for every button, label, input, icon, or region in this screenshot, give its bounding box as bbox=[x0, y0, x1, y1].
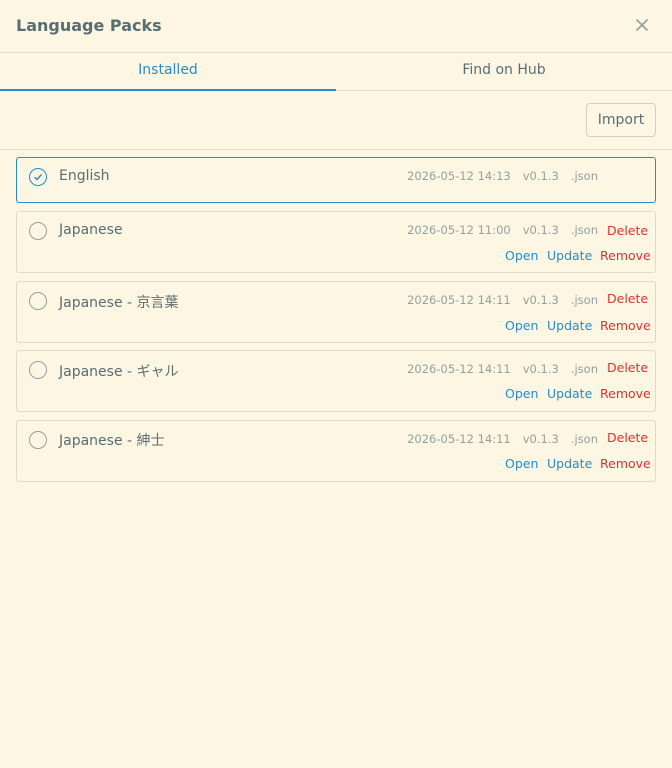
remove-link[interactable]: Remove bbox=[600, 248, 651, 263]
pack-name: Japanese bbox=[59, 222, 123, 238]
tab-installed[interactable]: Installed bbox=[0, 53, 336, 91]
pack-date: 2026-05-12 14:11 bbox=[407, 432, 511, 446]
pack-date: 2026-05-12 11:00 bbox=[407, 223, 511, 237]
radio[interactable] bbox=[29, 292, 47, 310]
toolbar: Import bbox=[0, 91, 672, 150]
update-link[interactable]: Update bbox=[547, 456, 592, 471]
pack-ext: .json bbox=[570, 169, 598, 183]
pack-meta: 2026-05-12 14:11 v0.1.3 .json bbox=[407, 362, 598, 376]
pack-meta: 2026-05-12 14:11 v0.1.3 .json bbox=[407, 293, 598, 307]
radio[interactable] bbox=[29, 222, 47, 240]
pack-meta: 2026-05-12 11:00 v0.1.3 .json bbox=[407, 223, 598, 237]
radio-selected[interactable] bbox=[29, 168, 47, 186]
pack-name: English bbox=[59, 168, 110, 184]
close-icon[interactable] bbox=[632, 15, 652, 35]
tab-bar: Installed Find on Hub bbox=[0, 53, 672, 91]
pack-name: Japanese - 紳士 bbox=[59, 433, 165, 449]
pack-ext: .json bbox=[570, 432, 598, 446]
dialog-header: Language Packs bbox=[0, 0, 672, 53]
pack-meta: 2026-05-12 14:13 v0.1.3 .json bbox=[407, 169, 598, 183]
open-link[interactable]: Open bbox=[505, 248, 538, 263]
pack-version: v0.1.3 bbox=[522, 223, 559, 237]
pack-version: v0.1.3 bbox=[522, 293, 559, 307]
pack-name: Japanese - 京言葉 bbox=[59, 295, 179, 311]
pack-item-japanese[interactable]: Japanese 2026-05-12 11:00 v0.1.3 .json Del… bbox=[16, 211, 656, 273]
pack-ext: .json bbox=[570, 293, 598, 307]
pack-version: v0.1.3 bbox=[522, 362, 559, 376]
pack-item-japanese-kyokotoba[interactable]: Japanese - 京言葉 2026-05-12 14:11 v0.1.3 .js… bbox=[16, 281, 656, 343]
import-button[interactable]: Import bbox=[586, 103, 656, 137]
pack-version: v0.1.3 bbox=[522, 169, 559, 183]
pack-date: 2026-05-12 14:11 bbox=[407, 293, 511, 307]
remove-link[interactable]: Remove bbox=[600, 386, 651, 401]
remove-link[interactable]: Remove bbox=[600, 318, 651, 333]
update-link[interactable]: Update bbox=[547, 248, 592, 263]
open-link[interactable]: Open bbox=[505, 318, 538, 333]
pack-item-english[interactable]: English 2026-05-12 14:13 v0.1.3 .json bbox=[16, 157, 656, 203]
pack-item-japanese-gyaru[interactable]: Japanese - ギャル 2026-05-12 14:11 v0.1.3 .js… bbox=[16, 350, 656, 412]
pack-date: 2026-05-12 14:13 bbox=[407, 169, 511, 183]
radio[interactable] bbox=[29, 431, 47, 449]
open-link[interactable]: Open bbox=[505, 386, 538, 401]
pack-meta: 2026-05-12 14:11 v0.1.3 .json bbox=[407, 432, 598, 446]
pack-version: v0.1.3 bbox=[522, 432, 559, 446]
pack-item-japanese-shinshi[interactable]: Japanese - 紳士 2026-05-12 14:11 v0.1.3 .jso… bbox=[16, 420, 656, 482]
delete-link[interactable]: Delete bbox=[607, 223, 648, 238]
pack-ext: .json bbox=[570, 223, 598, 237]
open-link[interactable]: Open bbox=[505, 456, 538, 471]
pack-date: 2026-05-12 14:11 bbox=[407, 362, 511, 376]
pack-name: Japanese - ギャル bbox=[59, 364, 179, 380]
check-icon bbox=[34, 174, 43, 181]
dialog-title: Language Packs bbox=[16, 16, 162, 35]
update-link[interactable]: Update bbox=[547, 318, 592, 333]
remove-link[interactable]: Remove bbox=[600, 456, 651, 471]
pack-ext: .json bbox=[570, 362, 598, 376]
update-link[interactable]: Update bbox=[547, 386, 592, 401]
delete-link[interactable]: Delete bbox=[607, 360, 648, 375]
delete-link[interactable]: Delete bbox=[607, 291, 648, 306]
delete-link[interactable]: Delete bbox=[607, 430, 648, 445]
radio[interactable] bbox=[29, 361, 47, 379]
tab-find-on-hub[interactable]: Find on Hub bbox=[336, 53, 672, 91]
